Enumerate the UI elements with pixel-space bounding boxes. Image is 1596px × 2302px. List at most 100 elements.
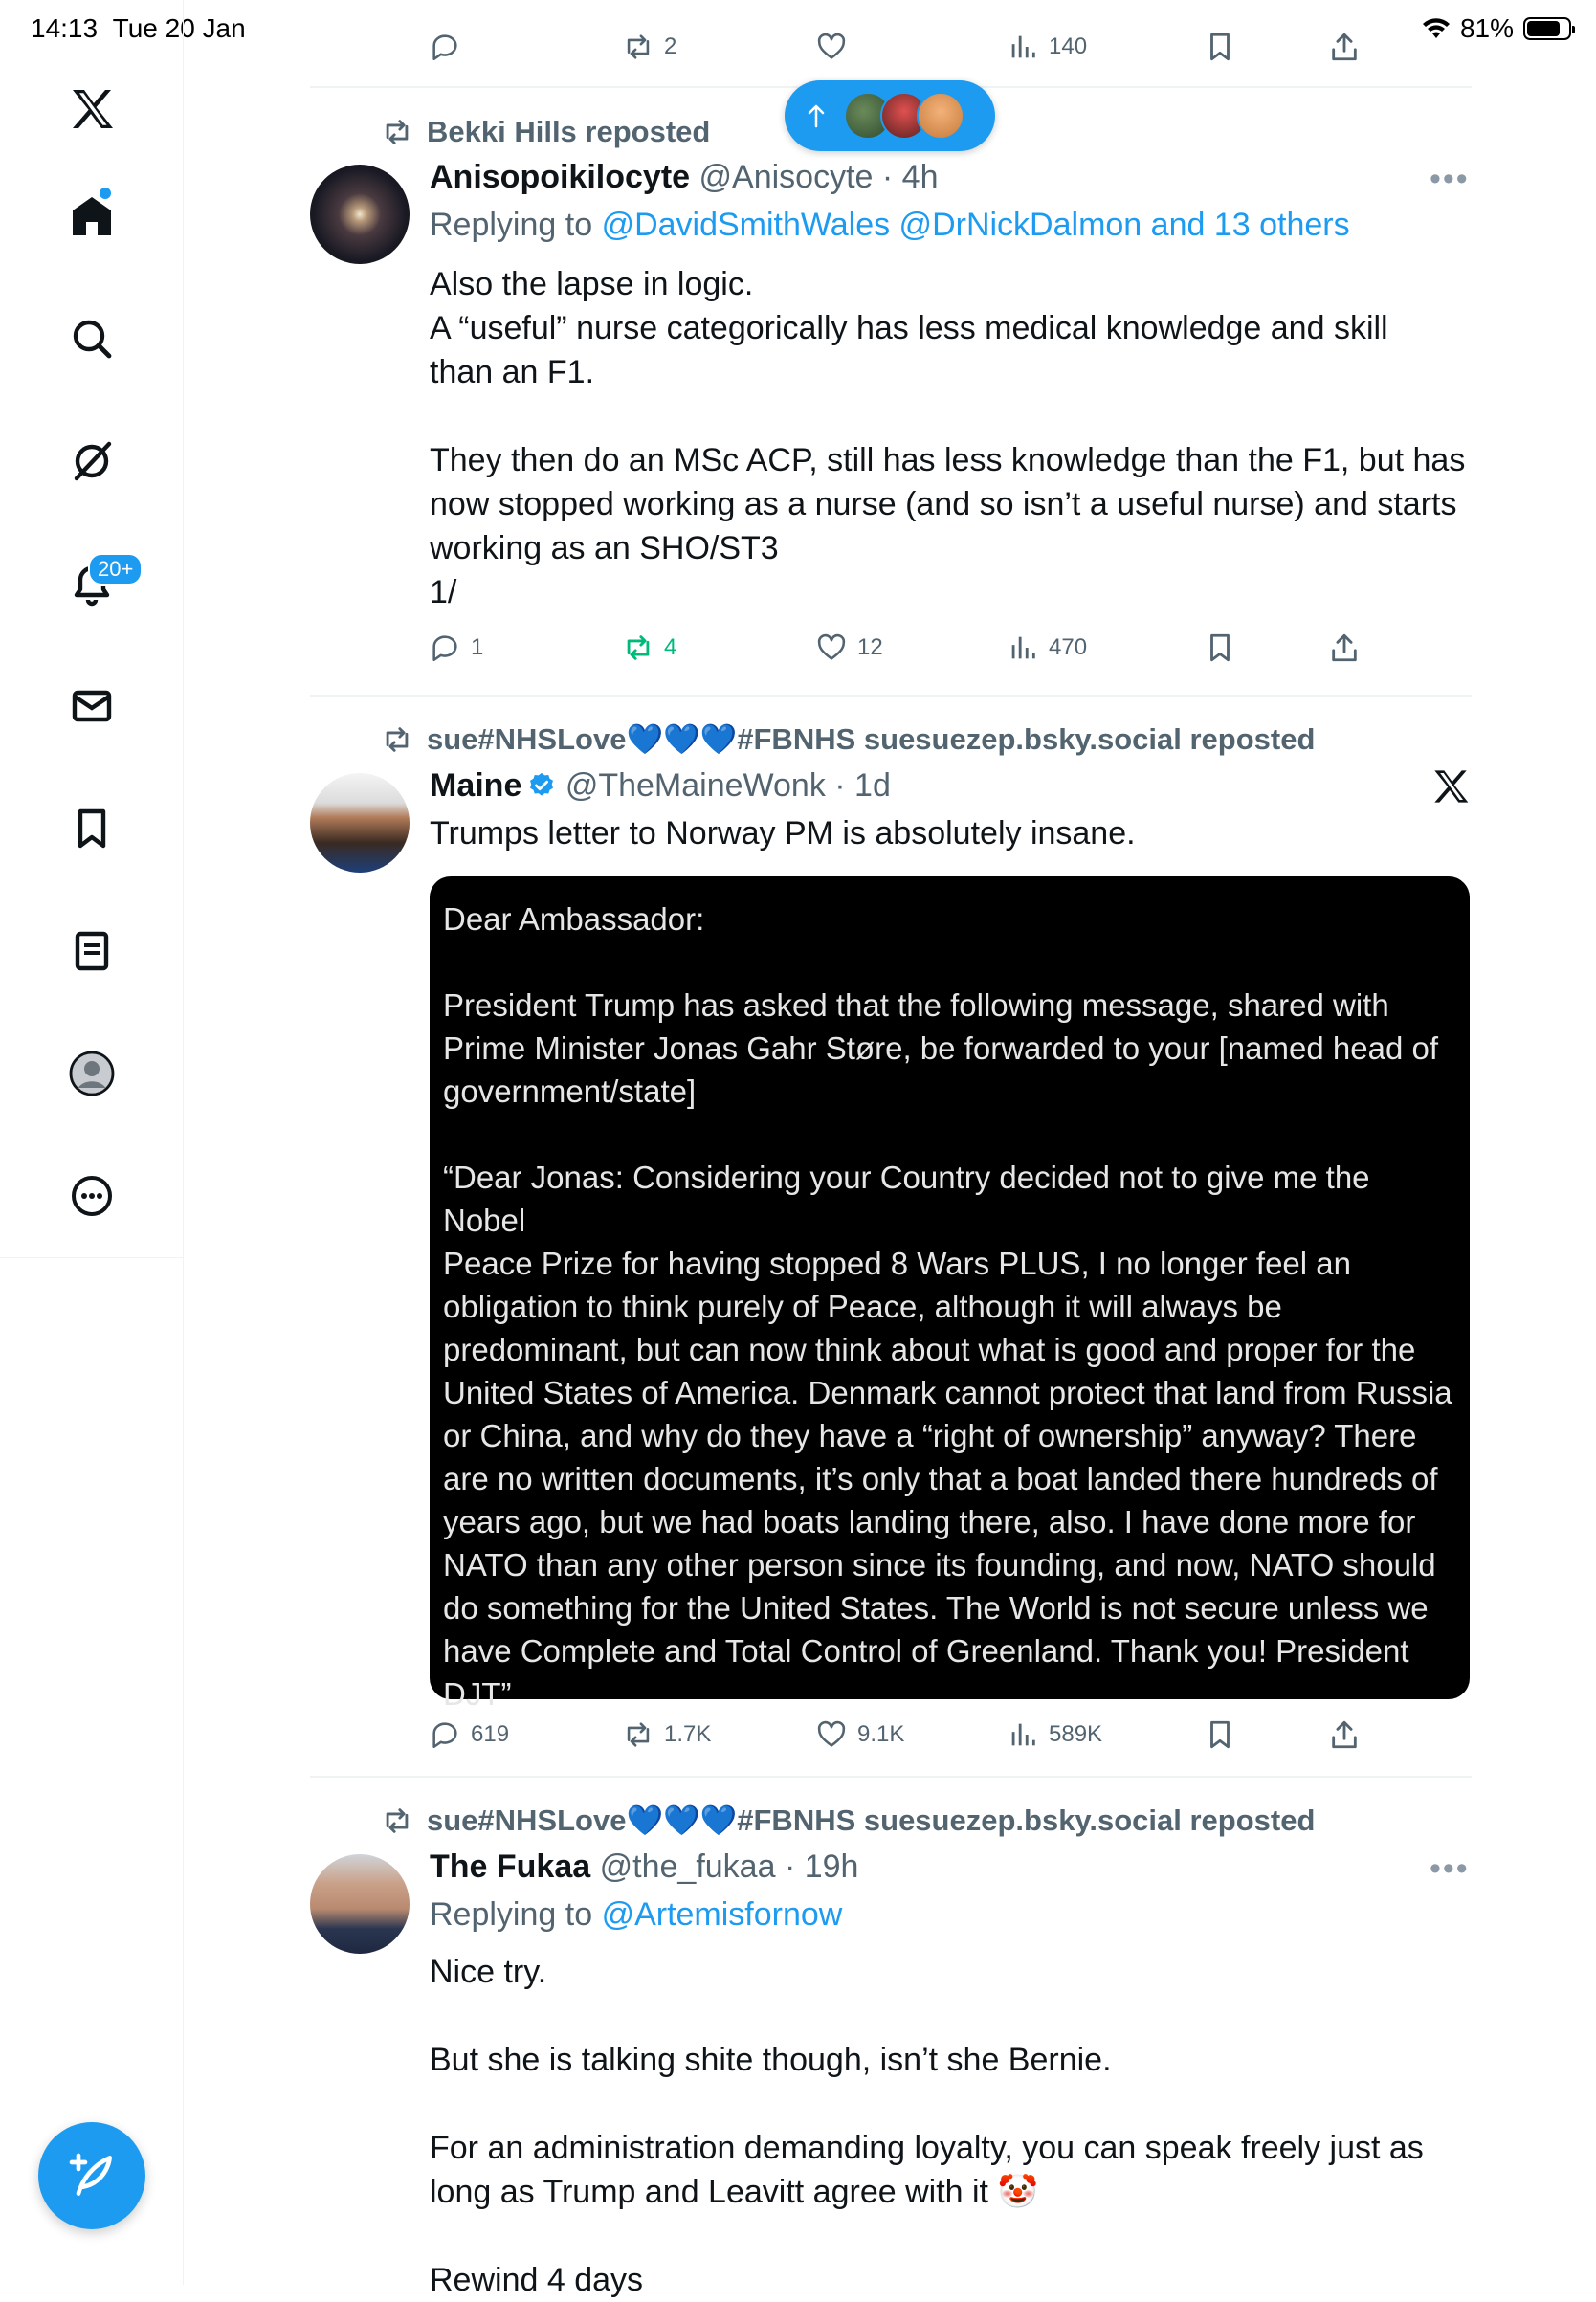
nav-more[interactable] [54, 1158, 130, 1234]
views-button[interactable]: 589K [1007, 1718, 1102, 1751]
repost-button[interactable]: 2 [622, 31, 676, 63]
like-button[interactable]: 12 [815, 631, 883, 664]
avatar[interactable] [310, 1854, 410, 1954]
replying-to-link[interactable]: @Artemisfornow [602, 1896, 843, 1933]
reply-icon [432, 34, 457, 61]
image-text-line: NATO than any other person since its fou… [443, 1547, 1436, 1583]
post-text-line: Nice try. [430, 1954, 547, 1990]
new-posts-pill[interactable] [785, 80, 995, 151]
avatar [917, 92, 964, 140]
more-options-button[interactable]: ••• [1430, 1850, 1470, 1888]
arrow-up-icon [808, 104, 825, 128]
author-name[interactable]: Anisopoikilocyte [430, 159, 690, 195]
views-count: 589K [1049, 1721, 1103, 1747]
repost-icon [386, 726, 409, 752]
post-text-line: than an F1. [430, 354, 595, 390]
battery-percent: 81% [1459, 13, 1514, 43]
nav-profile[interactable] [54, 1035, 130, 1112]
heart-icon [817, 1720, 846, 1747]
views-button[interactable]: 470 [1007, 631, 1087, 664]
nav-home[interactable] [54, 178, 130, 255]
author-handle[interactable]: @Anisocyte [699, 159, 874, 195]
bookmark-button[interactable] [1204, 1718, 1236, 1751]
post-text-line: Also the lapse in logic. [430, 266, 754, 302]
nav-bookmarks[interactable] [54, 790, 130, 867]
post-text-line: Rewind 4 days [430, 2262, 644, 2298]
heart-icon [817, 633, 846, 660]
notifications-badge: 20+ [88, 553, 144, 586]
bookmark-button[interactable] [1204, 631, 1236, 664]
views-button[interactable]: 140 [1007, 31, 1087, 63]
post-image[interactable]: Dear Ambassador: President Trump has ask… [430, 876, 1470, 1712]
views-chart-icon [1011, 636, 1035, 659]
reply-button[interactable]: 1 [429, 631, 483, 664]
share-button[interactable] [1328, 631, 1361, 664]
repost-button[interactable]: 1.7K [622, 1718, 711, 1751]
x-logo-icon[interactable] [54, 71, 130, 147]
post-text-line: They then do an MSc ACP, still has less … [430, 442, 1466, 478]
nav-messages[interactable] [54, 668, 130, 744]
share-button[interactable] [1328, 1718, 1361, 1751]
reply-icon [432, 1722, 457, 1749]
post-time[interactable]: 4h [902, 159, 939, 195]
share-icon [1332, 633, 1357, 662]
image-text-line: Prime Minister Jonas Gahr Støre, be forw… [443, 1030, 1438, 1066]
nav-grok[interactable] [54, 423, 130, 499]
bookmark-button[interactable] [1204, 31, 1236, 63]
post-actions-top: 2 140 [429, 31, 1385, 69]
post-header: Anisopoikilocyte @Anisocyte · 4h [430, 159, 939, 195]
replying-to: Replying to @Artemisfornow [430, 1896, 842, 1934]
post-time[interactable]: 19h [805, 1848, 859, 1885]
post-text-line: A “useful” nurse categorically has less … [430, 310, 1388, 346]
verified-badge-icon [530, 772, 554, 796]
post-text-line: long as Trump and Leavitt agree with it … [430, 2174, 1038, 2210]
image-text-line: have Complete and Total Control of Green… [443, 1633, 1409, 1669]
nav-explore[interactable] [54, 300, 130, 377]
views-chart-icon [1011, 35, 1035, 58]
bookmark-icon [1210, 1720, 1230, 1749]
avatar[interactable] [310, 773, 410, 873]
post-time[interactable]: 1d [854, 767, 891, 804]
home-unread-dot [100, 188, 111, 199]
share-icon [1332, 1720, 1357, 1749]
author-name[interactable]: The Fukaa [430, 1848, 590, 1885]
repost-icon [386, 1807, 409, 1833]
post-text-line: now stopped working as a nurse (and so i… [430, 486, 1457, 522]
views-chart-icon [1011, 1723, 1035, 1746]
post-text: Trumps letter to Norway PM is absolutely… [430, 811, 1473, 855]
like-count: 12 [857, 634, 883, 660]
share-button[interactable] [1328, 31, 1361, 63]
author-handle[interactable]: @TheMaineWonk [565, 767, 826, 804]
reply-button[interactable]: 619 [429, 1718, 509, 1751]
post-divider [310, 1776, 1472, 1778]
repost-button[interactable]: 4 [622, 631, 676, 664]
author-handle[interactable]: @the_fukaa [600, 1848, 776, 1885]
post-text: Nice try. But she is talking shite thoug… [430, 1950, 1473, 2302]
more-options-button[interactable]: ••• [1430, 161, 1470, 198]
author-name[interactable]: Maine [430, 767, 521, 804]
reply-count: 1 [471, 634, 484, 660]
image-text-line: Peace Prize for having stopped 8 Wars PL… [443, 1246, 1351, 1281]
post-actions: 1 4 12 470 [429, 631, 1385, 670]
bookmark-icon [78, 808, 106, 849]
image-text-line: Dear Ambassador: [443, 901, 705, 937]
compose-button[interactable] [38, 2122, 145, 2229]
avatar[interactable] [310, 165, 410, 264]
like-button[interactable]: 9.1K [815, 1718, 904, 1751]
repost-count: 4 [664, 634, 677, 660]
post-text-line: For an administration demanding loyalty,… [430, 2130, 1424, 2166]
post-text-line: 1/ [430, 574, 457, 610]
repost-icon [386, 120, 409, 144]
nav-lists[interactable] [54, 913, 130, 989]
repost-icon [627, 1722, 650, 1747]
repost-icon [627, 635, 650, 660]
like-button[interactable] [815, 31, 857, 63]
wifi-icon [1422, 18, 1450, 38]
sidebar: 20+ [0, 0, 184, 2285]
reply-button[interactable] [429, 31, 471, 63]
post-text-line: But she is talking shite though, isn’t s… [430, 2042, 1112, 2078]
mail-icon [72, 690, 112, 722]
replying-to-link[interactable]: @DavidSmithWales @DrNickDalmon and 13 ot… [602, 207, 1350, 243]
repost-indicator: sue#NHSLove💙💙💙#FBNHS suesuezep.bsky.soci… [381, 1803, 1315, 1838]
search-icon [73, 320, 112, 359]
